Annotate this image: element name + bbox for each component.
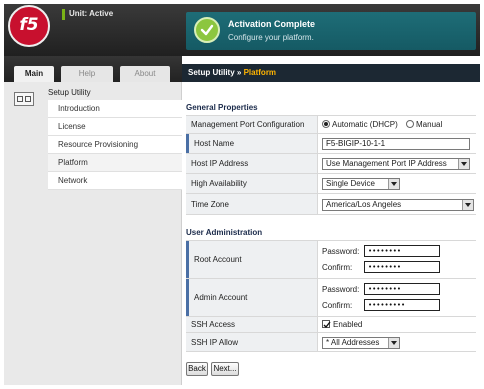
sidebar-list: Introduction License Resource Provisioni…: [48, 100, 182, 190]
activation-title: Activation Complete: [228, 19, 316, 29]
sidebar-item-license[interactable]: License: [48, 118, 182, 136]
mgmt-port-auto-radio[interactable]: [322, 120, 330, 128]
time-zone-label: Time Zone: [191, 200, 229, 209]
breadcrumb: Setup Utility » Platform: [188, 68, 276, 77]
mgmt-port-auto-label: Automatic (DHCP): [332, 120, 398, 129]
ssh-access-enabled-label: Enabled: [333, 320, 363, 329]
admin-confirm-label: Confirm:: [322, 301, 353, 310]
ssh-access-row: SSH Access Enabled: [186, 316, 476, 332]
sidebar-item-platform[interactable]: Platform: [48, 154, 182, 172]
root-password-input[interactable]: ••••••••: [364, 245, 440, 257]
mgmt-port-manual-label: Manual: [416, 120, 443, 129]
breadcrumb-parent[interactable]: Setup Utility: [188, 68, 235, 77]
chevron-down-icon: [462, 200, 473, 210]
activation-banner: [186, 12, 476, 50]
breadcrumb-separator: »: [236, 68, 242, 77]
host-name-row: Host Name F5-BIGIP-10-1-1: [186, 133, 476, 153]
next-button[interactable]: Next...: [211, 362, 239, 376]
user-administration-heading: User Administration: [186, 228, 263, 237]
admin-confirm-input[interactable]: •••••••••: [364, 299, 440, 311]
chevron-down-icon: [388, 338, 399, 348]
ssh-ip-allow-row: SSH IP Allow * All Addresses: [186, 332, 476, 352]
setup-utility-icon: [14, 92, 34, 106]
host-name-label: Host Name: [194, 139, 235, 148]
root-account-row: Root Account Password: •••••••• Confirm:…: [186, 240, 476, 278]
chevron-down-icon: [458, 159, 469, 169]
tab-about[interactable]: About: [120, 66, 170, 82]
admin-password-input[interactable]: ••••••••: [364, 283, 440, 295]
general-properties-heading: General Properties: [186, 103, 258, 112]
unit-status-indicator: [62, 9, 65, 20]
checkmark-icon: [323, 321, 331, 329]
sidebar-item-resource-provisioning[interactable]: Resource Provisioning: [48, 136, 182, 154]
time-zone-value: America/Los Angeles: [326, 200, 402, 209]
host-ip-value: Use Management Port IP Address: [326, 159, 447, 168]
host-ip-row: Host IP Address Use Management Port IP A…: [186, 153, 476, 173]
ssh-ip-allow-label: SSH IP Allow: [191, 338, 238, 347]
breadcrumb-current: Platform: [243, 68, 277, 77]
admin-password-label: Password:: [322, 285, 360, 294]
logo-text: f5: [19, 15, 39, 35]
sidebar-title: Setup Utility: [48, 88, 91, 97]
unit-status-label: Unit: Active: [69, 9, 114, 18]
host-ip-select[interactable]: Use Management Port IP Address: [322, 158, 470, 170]
time-zone-select[interactable]: America/Los Angeles: [322, 199, 474, 211]
f5-logo: f5: [8, 5, 50, 47]
ssh-access-checkbox[interactable]: [322, 320, 331, 329]
ssh-ip-allow-value: * All Addresses: [326, 338, 380, 347]
mgmt-port-row: Management Port Configuration Automatic …: [186, 115, 476, 133]
activation-subtitle: Configure your platform.: [228, 33, 314, 42]
high-availability-select[interactable]: Single Device: [322, 178, 400, 190]
high-availability-label: High Availability: [191, 179, 247, 188]
check-icon: [194, 17, 220, 43]
ssh-ip-allow-select[interactable]: * All Addresses: [322, 337, 400, 349]
root-password-label: Password:: [322, 247, 360, 256]
tab-help[interactable]: Help: [61, 66, 113, 82]
high-availability-row: High Availability Single Device: [186, 173, 476, 193]
admin-account-label: Admin Account: [194, 293, 248, 302]
mgmt-port-label: Management Port Configuration: [191, 120, 305, 129]
sidebar-item-introduction[interactable]: Introduction: [48, 100, 182, 118]
root-confirm-input[interactable]: ••••••••: [364, 261, 440, 273]
back-button[interactable]: Back: [186, 362, 208, 376]
admin-account-row: Admin Account Password: •••••••• Confirm…: [186, 278, 476, 316]
root-account-label: Root Account: [194, 255, 242, 264]
time-zone-row: Time Zone America/Los Angeles: [186, 193, 476, 215]
host-name-input[interactable]: F5-BIGIP-10-1-1: [322, 138, 470, 150]
high-availability-value: Single Device: [326, 179, 375, 188]
root-confirm-label: Confirm:: [322, 263, 353, 272]
mgmt-port-manual-radio[interactable]: [406, 120, 414, 128]
chevron-down-icon: [388, 179, 399, 189]
ssh-access-label: SSH Access: [191, 320, 236, 329]
sidebar-item-network[interactable]: Network: [48, 172, 182, 190]
tab-main[interactable]: Main: [14, 66, 54, 82]
host-ip-label: Host IP Address: [191, 159, 249, 168]
